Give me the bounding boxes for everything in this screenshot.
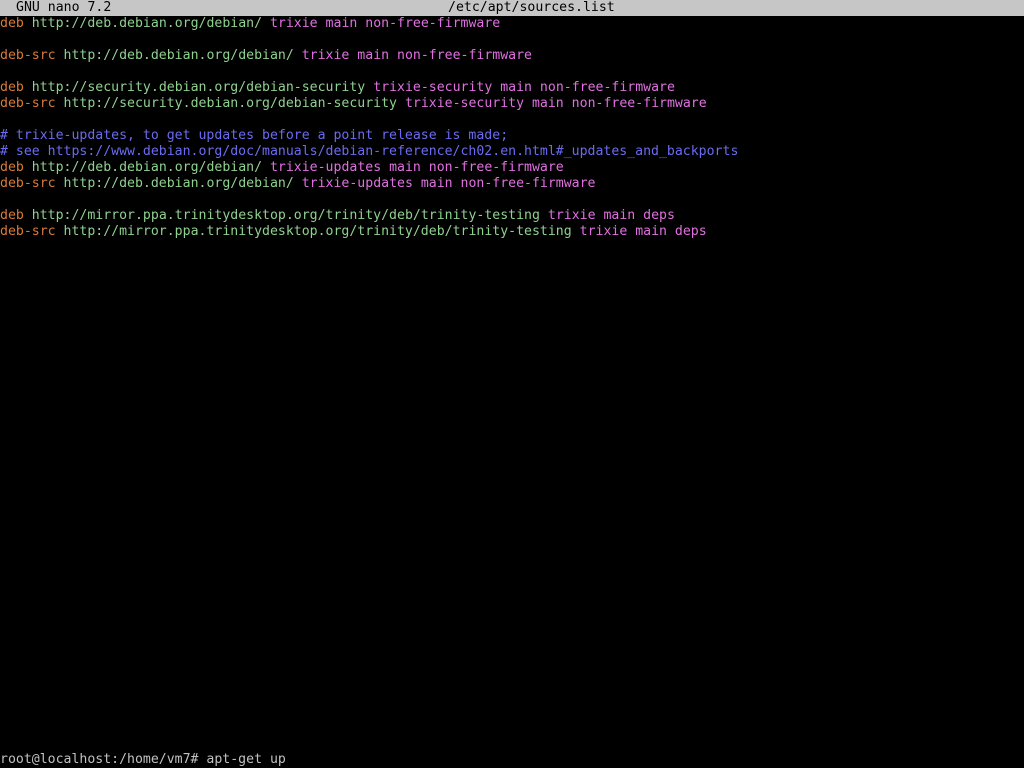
repo-type-keyword: deb-src bbox=[0, 48, 56, 63]
comment-line[interactable]: # see https://www.debian.org/doc/manuals… bbox=[0, 144, 1024, 160]
source-entry-line[interactable]: deb http://deb.debian.org/debian/ trixie… bbox=[0, 16, 1024, 32]
blank-line[interactable] bbox=[0, 32, 1024, 48]
suite-components: trixie main deps bbox=[579, 224, 707, 239]
source-entry-line[interactable]: deb http://deb.debian.org/debian/ trixie… bbox=[0, 160, 1024, 176]
comment-text: # trixie-updates, to get updates before … bbox=[0, 128, 509, 143]
source-entry-line[interactable]: deb-src http://mirror.ppa.trinitydesktop… bbox=[0, 224, 1024, 240]
repo-url: http://security.debian.org/debian-securi… bbox=[31, 80, 366, 95]
suite-components: trixie main deps bbox=[547, 208, 675, 223]
blank-line[interactable] bbox=[0, 192, 1024, 208]
blank-line[interactable] bbox=[0, 64, 1024, 80]
blank-line[interactable] bbox=[0, 112, 1024, 128]
source-entry-line[interactable]: deb-src http://security.debian.org/debia… bbox=[0, 96, 1024, 112]
nano-title-bar: GNU nano 7.2 /etc/apt/sources.list bbox=[0, 0, 1024, 16]
source-entry-line[interactable]: deb http://security.debian.org/debian-se… bbox=[0, 80, 1024, 96]
source-entry-line[interactable]: deb http://mirror.ppa.trinitydesktop.org… bbox=[0, 208, 1024, 224]
repo-type-keyword: deb bbox=[0, 160, 24, 175]
repo-type-keyword: deb-src bbox=[0, 96, 56, 111]
suite-components: trixie main non-free-firmware bbox=[269, 16, 501, 31]
repo-type-keyword: deb bbox=[0, 16, 24, 31]
repo-url: http://deb.debian.org/debian/ bbox=[63, 176, 294, 191]
app-version-label: GNU nano 7.2 bbox=[16, 0, 112, 15]
repo-type-keyword: deb bbox=[0, 208, 24, 223]
suite-components: trixie main non-free-firmware bbox=[301, 48, 532, 63]
repo-url: http://deb.debian.org/debian/ bbox=[63, 48, 294, 63]
comment-text: # see https://www.debian.org/doc/manuals… bbox=[0, 144, 739, 159]
suite-components: trixie-updates main non-free-firmware bbox=[301, 176, 596, 191]
source-entry-line[interactable]: deb-src http://deb.debian.org/debian/ tr… bbox=[0, 48, 1024, 64]
suite-components: trixie-security main non-free-firmware bbox=[404, 96, 707, 111]
source-entry-line[interactable]: deb-src http://deb.debian.org/debian/ tr… bbox=[0, 176, 1024, 192]
suite-components: trixie-security main non-free-firmware bbox=[373, 80, 675, 95]
shell-command-line[interactable]: root@localhost:/home/vm7# apt-get up bbox=[0, 752, 286, 768]
repo-type-keyword: deb-src bbox=[0, 224, 56, 239]
suite-components: trixie-updates main non-free-firmware bbox=[269, 160, 564, 175]
repo-url: http://mirror.ppa.trinitydesktop.org/tri… bbox=[31, 208, 540, 223]
repo-url: http://deb.debian.org/debian/ bbox=[31, 160, 263, 175]
repo-url: http://mirror.ppa.trinitydesktop.org/tri… bbox=[63, 224, 572, 239]
repo-type-keyword: deb bbox=[0, 80, 24, 95]
repo-url: http://security.debian.org/debian-securi… bbox=[63, 96, 397, 111]
file-path-label: /etc/apt/sources.list bbox=[448, 0, 615, 15]
editor-text-area[interactable]: deb http://deb.debian.org/debian/ trixie… bbox=[0, 16, 1024, 240]
repo-type-keyword: deb-src bbox=[0, 176, 56, 191]
comment-line[interactable]: # trixie-updates, to get updates before … bbox=[0, 128, 1024, 144]
repo-url: http://deb.debian.org/debian/ bbox=[31, 16, 263, 31]
